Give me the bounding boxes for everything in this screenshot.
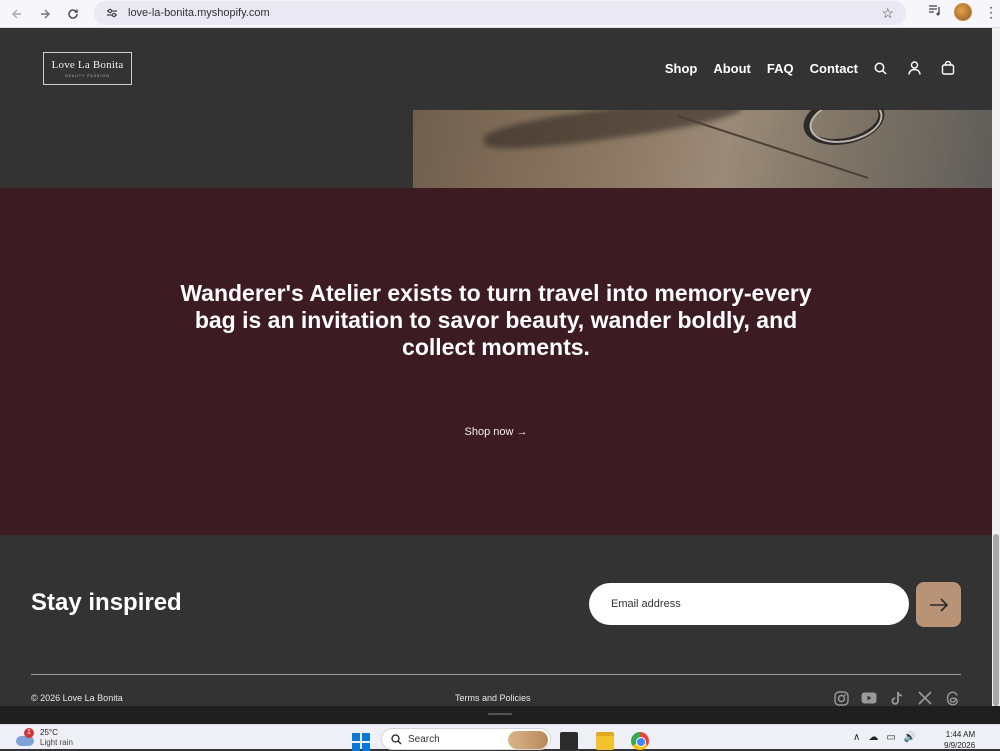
page-scrollbar[interactable] [992,28,1000,706]
arrow-right-icon [41,9,50,18]
windows-start-icon[interactable] [352,733,370,751]
task-view-icon[interactable] [560,732,578,750]
site-logo[interactable]: Love La Bonita BEAUTY PASSION [43,52,132,85]
browser-toolbar: love-la-bonita.myshopify.com ☆ ⋮ [0,0,1000,28]
email-field[interactable] [589,583,909,625]
weather-desc: Light rain [40,738,73,747]
display-icon[interactable]: ▭ [886,732,895,743]
clock-date: 9/9/2026 [944,741,976,750]
nav-about[interactable]: About [713,61,751,76]
browser-menu-icon[interactable]: ⋮ [984,4,998,21]
search-icon [391,733,402,744]
cloud-sync-icon[interactable]: ☁ [868,732,878,743]
scrollbar-thumb[interactable] [993,534,999,706]
subscribe-button[interactable] [916,582,961,627]
tiktok-icon[interactable] [889,690,905,706]
newsletter-heading: Stay inspired [31,589,182,616]
brand-statement: Wanderer's Atelier exists to turn travel… [180,280,812,360]
taskbar: 1 25°C Light rain Search ∧ ☁ ▭ 🔊 1:44 AM… [0,724,1000,751]
instagram-icon[interactable] [833,690,849,706]
logo-tagline: BEAUTY PASSION [65,74,110,78]
chrome-icon[interactable] [631,732,649,750]
copyright-text: © 2026 Love La Bonita [31,693,123,703]
site-header: Love La Bonita BEAUTY PASSION Shop About… [0,28,992,110]
address-bar[interactable]: love-la-bonita.myshopify.com ☆ [94,1,906,25]
site-settings-icon[interactable] [100,7,124,19]
nav-shop[interactable]: Shop [665,61,698,76]
page-content: Love La Bonita BEAUTY PASSION Shop About… [0,28,992,706]
x-icon[interactable] [917,690,933,706]
account-icon[interactable] [906,60,922,76]
threads-icon[interactable] [945,690,961,706]
search-label: Search [408,733,440,745]
drag-handle[interactable] [488,713,512,715]
nav-contact[interactable]: Contact [810,61,858,76]
cloud-rain-icon: 1 [14,728,36,748]
cart-icon[interactable] [940,60,956,76]
logo-text: Love La Bonita [51,59,124,71]
back-button[interactable] [6,3,28,25]
weather-widget[interactable]: 1 25°C Light rain [14,728,73,748]
clock-time: 1:44 AM [945,730,976,739]
file-explorer-icon[interactable] [596,732,614,750]
social-links [833,690,961,706]
speaker-icon[interactable]: 🔊 [904,732,916,743]
url-text[interactable]: love-la-bonita.myshopify.com [128,7,270,19]
terms-link[interactable]: Terms and Policies [455,693,531,703]
nav-faq[interactable]: FAQ [767,61,794,76]
brand-statement-section: Wanderer's Atelier exists to turn travel… [0,188,992,535]
chevron-up-icon[interactable]: ∧ [853,732,860,743]
shop-now-link[interactable]: Shop now → [0,426,992,438]
search-icon[interactable] [872,60,888,76]
notification-badge: 1 [24,728,34,738]
youtube-icon[interactable] [861,690,877,706]
arrow-right-icon [929,597,948,612]
search-highlight-image [508,731,548,749]
footer-divider [31,674,961,675]
system-clock[interactable]: 1:44 AM 9/9/2026 [944,729,975,751]
system-tray: ∧ ☁ ▭ 🔊 [853,732,916,743]
forward-button[interactable] [34,3,56,25]
profile-avatar[interactable] [954,3,972,21]
main-nav: Shop About FAQ Contact [665,60,956,76]
media-controls-icon[interactable] [928,3,942,21]
system-bar [0,706,1000,724]
weather-temp: 25°C [40,728,58,737]
taskbar-search[interactable]: Search [381,728,551,750]
bookmark-star-icon[interactable]: ☆ [881,5,894,22]
reload-icon [68,8,78,19]
reload-button[interactable] [62,3,84,25]
arrow-left-icon [12,9,21,18]
site-footer: Stay inspired © 2026 Love La Bonita Term… [0,535,992,706]
